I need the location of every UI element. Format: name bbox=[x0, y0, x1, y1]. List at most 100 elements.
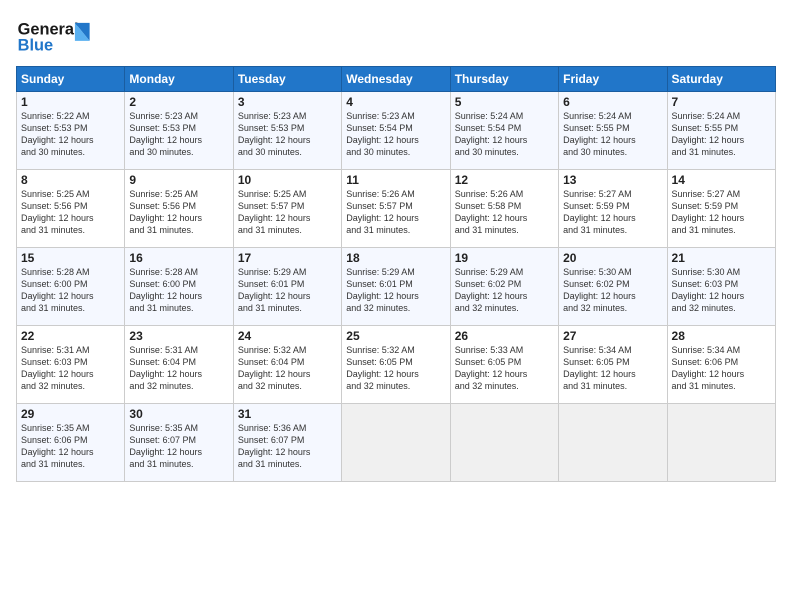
weekday-header-saturday: Saturday bbox=[667, 67, 775, 92]
logo-image: General Blue bbox=[16, 16, 106, 56]
day-number: 7 bbox=[672, 95, 771, 109]
day-info: Sunrise: 5:25 AM Sunset: 5:56 PM Dayligh… bbox=[129, 188, 228, 237]
calendar-cell: 23Sunrise: 5:31 AM Sunset: 6:04 PM Dayli… bbox=[125, 326, 233, 404]
calendar-cell bbox=[450, 404, 558, 482]
day-number: 17 bbox=[238, 251, 337, 265]
calendar-cell: 17Sunrise: 5:29 AM Sunset: 6:01 PM Dayli… bbox=[233, 248, 341, 326]
day-info: Sunrise: 5:24 AM Sunset: 5:55 PM Dayligh… bbox=[672, 110, 771, 159]
day-number: 30 bbox=[129, 407, 228, 421]
day-info: Sunrise: 5:29 AM Sunset: 6:01 PM Dayligh… bbox=[238, 266, 337, 315]
calendar-cell: 11Sunrise: 5:26 AM Sunset: 5:57 PM Dayli… bbox=[342, 170, 450, 248]
day-number: 23 bbox=[129, 329, 228, 343]
calendar-table: SundayMondayTuesdayWednesdayThursdayFrid… bbox=[16, 66, 776, 482]
calendar-cell: 31Sunrise: 5:36 AM Sunset: 6:07 PM Dayli… bbox=[233, 404, 341, 482]
day-info: Sunrise: 5:27 AM Sunset: 5:59 PM Dayligh… bbox=[672, 188, 771, 237]
day-info: Sunrise: 5:34 AM Sunset: 6:05 PM Dayligh… bbox=[563, 344, 662, 393]
page: General Blue SundayMondayTuesdayWednesda… bbox=[0, 0, 792, 612]
calendar-cell: 21Sunrise: 5:30 AM Sunset: 6:03 PM Dayli… bbox=[667, 248, 775, 326]
day-info: Sunrise: 5:28 AM Sunset: 6:00 PM Dayligh… bbox=[129, 266, 228, 315]
day-info: Sunrise: 5:29 AM Sunset: 6:02 PM Dayligh… bbox=[455, 266, 554, 315]
calendar-cell: 16Sunrise: 5:28 AM Sunset: 6:00 PM Dayli… bbox=[125, 248, 233, 326]
day-info: Sunrise: 5:24 AM Sunset: 5:54 PM Dayligh… bbox=[455, 110, 554, 159]
day-info: Sunrise: 5:25 AM Sunset: 5:56 PM Dayligh… bbox=[21, 188, 120, 237]
day-number: 31 bbox=[238, 407, 337, 421]
day-info: Sunrise: 5:30 AM Sunset: 6:03 PM Dayligh… bbox=[672, 266, 771, 315]
day-number: 19 bbox=[455, 251, 554, 265]
day-number: 27 bbox=[563, 329, 662, 343]
day-info: Sunrise: 5:26 AM Sunset: 5:58 PM Dayligh… bbox=[455, 188, 554, 237]
day-number: 28 bbox=[672, 329, 771, 343]
calendar-cell: 9Sunrise: 5:25 AM Sunset: 5:56 PM Daylig… bbox=[125, 170, 233, 248]
svg-text:General: General bbox=[18, 20, 79, 38]
day-info: Sunrise: 5:23 AM Sunset: 5:54 PM Dayligh… bbox=[346, 110, 445, 159]
day-info: Sunrise: 5:30 AM Sunset: 6:02 PM Dayligh… bbox=[563, 266, 662, 315]
day-number: 12 bbox=[455, 173, 554, 187]
calendar-cell: 6Sunrise: 5:24 AM Sunset: 5:55 PM Daylig… bbox=[559, 92, 667, 170]
header: General Blue bbox=[16, 16, 776, 56]
calendar-cell: 25Sunrise: 5:32 AM Sunset: 6:05 PM Dayli… bbox=[342, 326, 450, 404]
calendar-cell: 13Sunrise: 5:27 AM Sunset: 5:59 PM Dayli… bbox=[559, 170, 667, 248]
day-info: Sunrise: 5:23 AM Sunset: 5:53 PM Dayligh… bbox=[238, 110, 337, 159]
day-number: 24 bbox=[238, 329, 337, 343]
calendar-cell: 5Sunrise: 5:24 AM Sunset: 5:54 PM Daylig… bbox=[450, 92, 558, 170]
day-info: Sunrise: 5:35 AM Sunset: 6:06 PM Dayligh… bbox=[21, 422, 120, 471]
calendar-week-2: 8Sunrise: 5:25 AM Sunset: 5:56 PM Daylig… bbox=[17, 170, 776, 248]
day-number: 8 bbox=[21, 173, 120, 187]
day-info: Sunrise: 5:32 AM Sunset: 6:04 PM Dayligh… bbox=[238, 344, 337, 393]
day-number: 1 bbox=[21, 95, 120, 109]
day-info: Sunrise: 5:35 AM Sunset: 6:07 PM Dayligh… bbox=[129, 422, 228, 471]
calendar-cell: 22Sunrise: 5:31 AM Sunset: 6:03 PM Dayli… bbox=[17, 326, 125, 404]
weekday-header-tuesday: Tuesday bbox=[233, 67, 341, 92]
calendar-cell: 30Sunrise: 5:35 AM Sunset: 6:07 PM Dayli… bbox=[125, 404, 233, 482]
day-number: 20 bbox=[563, 251, 662, 265]
calendar-cell: 26Sunrise: 5:33 AM Sunset: 6:05 PM Dayli… bbox=[450, 326, 558, 404]
day-number: 16 bbox=[129, 251, 228, 265]
weekday-header-friday: Friday bbox=[559, 67, 667, 92]
calendar-week-1: 1Sunrise: 5:22 AM Sunset: 5:53 PM Daylig… bbox=[17, 92, 776, 170]
calendar-cell bbox=[342, 404, 450, 482]
day-number: 11 bbox=[346, 173, 445, 187]
day-number: 25 bbox=[346, 329, 445, 343]
calendar-cell bbox=[559, 404, 667, 482]
logo: General Blue bbox=[16, 16, 106, 56]
calendar-cell: 29Sunrise: 5:35 AM Sunset: 6:06 PM Dayli… bbox=[17, 404, 125, 482]
calendar-cell: 7Sunrise: 5:24 AM Sunset: 5:55 PM Daylig… bbox=[667, 92, 775, 170]
day-info: Sunrise: 5:31 AM Sunset: 6:03 PM Dayligh… bbox=[21, 344, 120, 393]
calendar-cell: 24Sunrise: 5:32 AM Sunset: 6:04 PM Dayli… bbox=[233, 326, 341, 404]
day-info: Sunrise: 5:22 AM Sunset: 5:53 PM Dayligh… bbox=[21, 110, 120, 159]
day-number: 9 bbox=[129, 173, 228, 187]
weekday-header-wednesday: Wednesday bbox=[342, 67, 450, 92]
day-number: 2 bbox=[129, 95, 228, 109]
day-info: Sunrise: 5:27 AM Sunset: 5:59 PM Dayligh… bbox=[563, 188, 662, 237]
calendar-week-4: 22Sunrise: 5:31 AM Sunset: 6:03 PM Dayli… bbox=[17, 326, 776, 404]
calendar-body: 1Sunrise: 5:22 AM Sunset: 5:53 PM Daylig… bbox=[17, 92, 776, 482]
day-info: Sunrise: 5:36 AM Sunset: 6:07 PM Dayligh… bbox=[238, 422, 337, 471]
day-number: 18 bbox=[346, 251, 445, 265]
day-number: 4 bbox=[346, 95, 445, 109]
calendar-cell: 12Sunrise: 5:26 AM Sunset: 5:58 PM Dayli… bbox=[450, 170, 558, 248]
svg-text:Blue: Blue bbox=[18, 37, 53, 55]
day-info: Sunrise: 5:25 AM Sunset: 5:57 PM Dayligh… bbox=[238, 188, 337, 237]
calendar-cell: 28Sunrise: 5:34 AM Sunset: 6:06 PM Dayli… bbox=[667, 326, 775, 404]
day-number: 5 bbox=[455, 95, 554, 109]
day-number: 13 bbox=[563, 173, 662, 187]
weekday-header-thursday: Thursday bbox=[450, 67, 558, 92]
calendar-cell: 27Sunrise: 5:34 AM Sunset: 6:05 PM Dayli… bbox=[559, 326, 667, 404]
calendar-week-3: 15Sunrise: 5:28 AM Sunset: 6:00 PM Dayli… bbox=[17, 248, 776, 326]
calendar-cell: 19Sunrise: 5:29 AM Sunset: 6:02 PM Dayli… bbox=[450, 248, 558, 326]
calendar-header: SundayMondayTuesdayWednesdayThursdayFrid… bbox=[17, 67, 776, 92]
day-info: Sunrise: 5:32 AM Sunset: 6:05 PM Dayligh… bbox=[346, 344, 445, 393]
calendar-cell bbox=[667, 404, 775, 482]
day-info: Sunrise: 5:34 AM Sunset: 6:06 PM Dayligh… bbox=[672, 344, 771, 393]
day-info: Sunrise: 5:33 AM Sunset: 6:05 PM Dayligh… bbox=[455, 344, 554, 393]
calendar-cell: 2Sunrise: 5:23 AM Sunset: 5:53 PM Daylig… bbox=[125, 92, 233, 170]
day-info: Sunrise: 5:23 AM Sunset: 5:53 PM Dayligh… bbox=[129, 110, 228, 159]
day-number: 29 bbox=[21, 407, 120, 421]
header-row: SundayMondayTuesdayWednesdayThursdayFrid… bbox=[17, 67, 776, 92]
calendar-cell: 10Sunrise: 5:25 AM Sunset: 5:57 PM Dayli… bbox=[233, 170, 341, 248]
day-number: 26 bbox=[455, 329, 554, 343]
weekday-header-monday: Monday bbox=[125, 67, 233, 92]
calendar-cell: 15Sunrise: 5:28 AM Sunset: 6:00 PM Dayli… bbox=[17, 248, 125, 326]
calendar-cell: 1Sunrise: 5:22 AM Sunset: 5:53 PM Daylig… bbox=[17, 92, 125, 170]
calendar-cell: 4Sunrise: 5:23 AM Sunset: 5:54 PM Daylig… bbox=[342, 92, 450, 170]
